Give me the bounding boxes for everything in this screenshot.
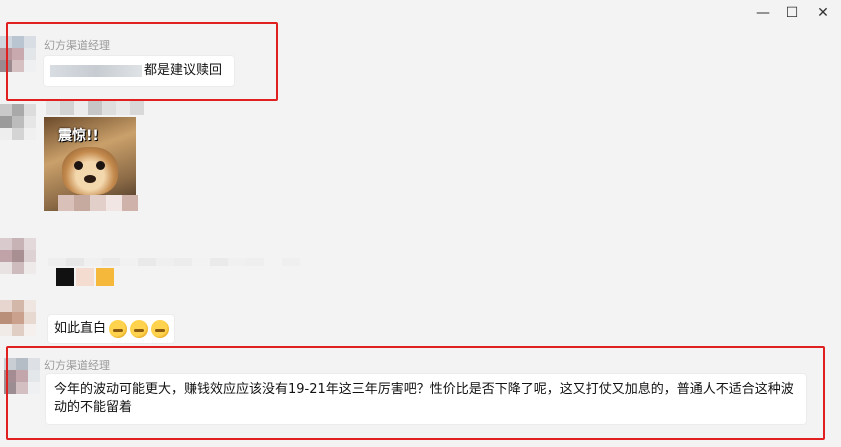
chat-window: — ☐ ✕ 幻方渠道经理 都是建议赎回 震惊!! 如此直白 幻方渠道经理 今年的…	[0, 0, 841, 447]
sticker-caption: 震惊!!	[58, 128, 99, 144]
emoji-icon	[130, 319, 149, 338]
highlight-box	[6, 346, 825, 440]
maximize-button[interactable]: ☐	[781, 4, 803, 22]
redacted-block	[58, 195, 138, 211]
emoji-icon	[151, 319, 170, 338]
avatar[interactable]	[0, 300, 36, 336]
redacted-name	[46, 101, 144, 115]
dog-face-icon	[62, 147, 118, 195]
redacted-name	[48, 258, 300, 266]
minimize-icon: —	[756, 5, 770, 21]
maximize-icon: ☐	[785, 5, 799, 21]
message-text: 如此直白	[54, 321, 107, 336]
close-button[interactable]: ✕	[812, 4, 834, 22]
close-icon: ✕	[817, 5, 829, 21]
highlight-box	[6, 22, 278, 101]
minimize-button[interactable]: —	[752, 4, 774, 22]
redacted-block	[56, 268, 114, 286]
emoji-icon	[109, 319, 128, 338]
avatar[interactable]	[0, 238, 36, 274]
avatar[interactable]	[0, 104, 36, 140]
message-bubble: 如此直白	[48, 315, 174, 343]
